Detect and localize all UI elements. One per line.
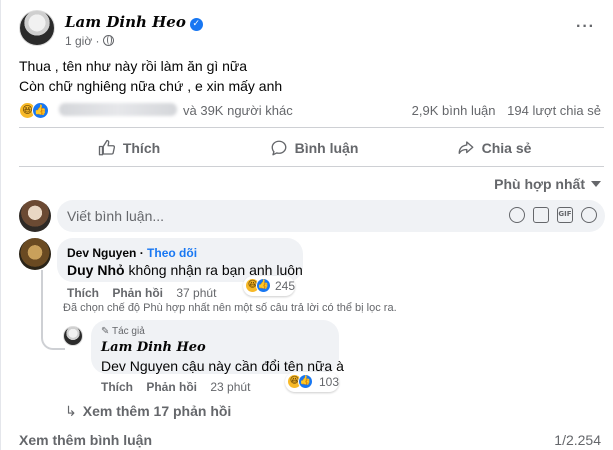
- filter-note: Đã chọn chế độ Phù hợp nhất nên một số c…: [63, 302, 397, 314]
- post-time[interactable]: 1 giờ ·: [65, 34, 100, 48]
- composer-tools: GIF: [509, 207, 597, 225]
- emoji-icon[interactable]: [509, 207, 525, 223]
- author-name[interactable]: Lam Dinh Heo ✓: [65, 13, 203, 31]
- commenter-name[interactable]: Dev Nguyen: [67, 246, 136, 260]
- view-more-comments[interactable]: Xem thêm bình luận: [19, 432, 152, 448]
- divider: [19, 127, 604, 128]
- author-badge-label: Tác giả: [111, 326, 145, 337]
- author-badge: ✎ Tác giả: [101, 326, 145, 337]
- reply-author-name[interactable]: Lam Dinh Heo: [101, 340, 206, 355]
- mention-link[interactable]: Duy Nhỏ: [67, 262, 125, 278]
- comment-reply-link[interactable]: Phản hồi: [112, 286, 163, 300]
- like-reaction-icon: 👍: [298, 374, 313, 389]
- post-text: Thua , tên như này rồi làm ăn gì nữa Còn…: [19, 56, 282, 96]
- reply-time[interactable]: 23 phút: [210, 380, 250, 394]
- comment-time[interactable]: 37 phút: [176, 286, 216, 300]
- like-button[interactable]: Thích: [39, 130, 219, 166]
- gif-icon[interactable]: GIF: [557, 207, 573, 223]
- view-more-replies[interactable]: ↳ Xem thêm 17 phản hồi: [65, 403, 231, 420]
- reply-author-avatar[interactable]: [63, 326, 83, 346]
- reply-actions: Thích Phản hồi 23 phút: [101, 380, 250, 394]
- view-more-replies-label: Xem thêm 17 phản hồi: [82, 403, 232, 419]
- reply-bubble: ✎ Tác giả Lam Dinh Heo Dev Nguyen cậu nà…: [91, 320, 344, 374]
- engagement-counts: 2,9K bình luận 194 lượt chia sẻ: [412, 103, 601, 118]
- mention-link[interactable]: Dev Nguyen: [101, 358, 178, 374]
- share-button[interactable]: Chia sẻ: [404, 130, 584, 166]
- post-text-line: Còn chữ nghiêng nữa chứ , e xin mấy anh: [19, 78, 283, 94]
- reaction-count[interactable]: và 39K người khác: [183, 103, 293, 118]
- like-reaction-icon: 👍: [32, 102, 49, 119]
- camera-icon[interactable]: [533, 207, 549, 223]
- comment-reaction-count: 245: [275, 279, 296, 293]
- reply-thread-line: [41, 270, 65, 350]
- reply-arrow-icon: ↳: [65, 404, 77, 420]
- like-label: Thích: [122, 140, 161, 156]
- post-header: Lam Dinh Heo ✓ 1 giờ · ···: [19, 6, 609, 50]
- divider: [19, 166, 604, 167]
- post-meta: 1 giờ ·: [65, 34, 114, 48]
- user-avatar[interactable]: [19, 200, 51, 232]
- comment-actions: Thích Phản hồi 37 phút: [67, 286, 216, 300]
- caret-down-icon: [591, 181, 601, 187]
- share-label: Chia sẻ: [481, 140, 532, 156]
- post-text-line: Thua , tên như này rồi làm ăn gì nữa: [19, 58, 248, 74]
- reaction-icons[interactable]: 😆 👍: [19, 102, 53, 120]
- like-reaction-icon: 👍: [256, 278, 271, 293]
- sort-label: Phù hợp nhất: [494, 176, 585, 192]
- post-action-bar: Thích Bình luận Chia sẻ: [19, 130, 604, 166]
- reply-reaction-count: 103: [319, 375, 340, 389]
- sticker-icon[interactable]: [581, 207, 597, 223]
- author-name-text[interactable]: Lam Dinh Heo: [65, 13, 186, 31]
- more-options-icon[interactable]: ···: [576, 18, 595, 36]
- comment-bubble-icon: [271, 140, 287, 156]
- follow-link[interactable]: Theo dõi: [147, 246, 197, 260]
- comment-composer[interactable]: GIF: [57, 200, 605, 232]
- verified-badge-icon: ✓: [189, 18, 203, 31]
- comment-button[interactable]: Bình luận: [224, 130, 404, 166]
- comment-input[interactable]: [67, 200, 487, 232]
- share-arrow-icon: [458, 141, 474, 154]
- comment-reactions[interactable]: 😆 👍 245: [243, 276, 295, 296]
- sort-dropdown[interactable]: Phù hợp nhất: [494, 176, 601, 192]
- author-avatar[interactable]: [19, 10, 55, 46]
- reply-reactions[interactable]: 😆 👍 103: [285, 372, 339, 392]
- comment-label: Bình luận: [294, 140, 359, 156]
- comment-count[interactable]: 2,9K bình luận: [412, 103, 496, 118]
- comment-like-link[interactable]: Thích: [67, 286, 99, 300]
- commenter-avatar[interactable]: [19, 238, 51, 270]
- reply-reply-link[interactable]: Phản hồi: [146, 380, 197, 394]
- reply-like-link[interactable]: Thích: [101, 380, 133, 394]
- thumbs-up-icon: [98, 139, 115, 156]
- reactions-summary: 😆 👍 và 39K người khác 2,9K bình luận 194…: [19, 100, 609, 122]
- comment-pager: 1/2.254: [554, 432, 601, 448]
- facebook-post: Lam Dinh Heo ✓ 1 giờ · ··· Thua , tên như…: [0, 0, 613, 450]
- globe-icon: [102, 35, 114, 46]
- share-count[interactable]: 194 lượt chia sẻ: [507, 103, 601, 118]
- blurred-reactor-name: [59, 103, 177, 116]
- commenter-header: Dev Nguyen · Theo dõi: [67, 246, 198, 260]
